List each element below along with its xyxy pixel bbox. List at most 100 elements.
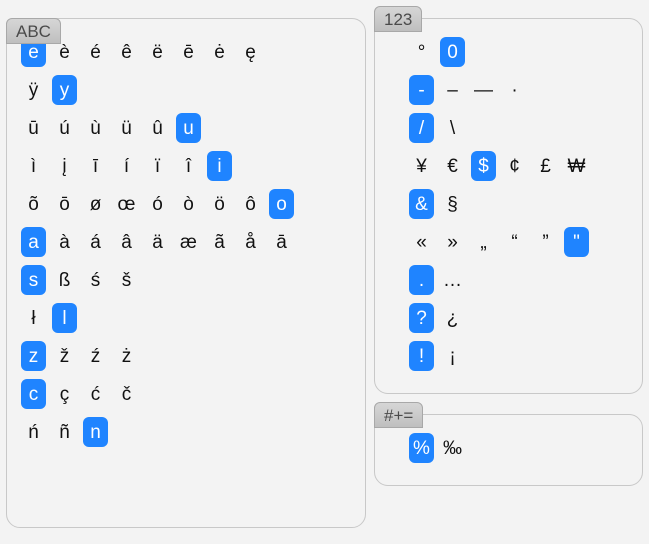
key-ß[interactable]: ß	[52, 265, 77, 295]
key-°[interactable]: °	[409, 37, 434, 67]
key-0[interactable]: 0	[440, 37, 465, 67]
key-‰[interactable]: ‰	[440, 433, 465, 463]
key-¡[interactable]: ¡	[440, 341, 465, 371]
key-c[interactable]: c	[21, 379, 46, 409]
key-$[interactable]: $	[471, 151, 496, 181]
key-č[interactable]: č	[114, 379, 139, 409]
key-š[interactable]: š	[114, 265, 139, 295]
key-s[interactable]: s	[21, 265, 46, 295]
key-"[interactable]: "	[564, 227, 589, 257]
key-î[interactable]: î	[176, 151, 201, 181]
key-£[interactable]: £	[533, 151, 558, 181]
key-ń[interactable]: ń	[21, 417, 46, 447]
key-ė[interactable]: ė	[207, 37, 232, 67]
key-œ[interactable]: œ	[114, 189, 139, 219]
key-![interactable]: !	[409, 341, 434, 371]
key-€[interactable]: €	[440, 151, 465, 181]
key-ž[interactable]: ž	[52, 341, 77, 371]
key-row: ?¿	[389, 303, 628, 333]
key-ï[interactable]: ï	[145, 151, 170, 181]
key-å[interactable]: å	[238, 227, 263, 257]
key-·[interactable]: ·	[502, 75, 527, 105]
key-¢[interactable]: ¢	[502, 151, 527, 181]
key-«[interactable]: «	[409, 227, 434, 257]
key-…[interactable]: …	[440, 265, 465, 295]
key--[interactable]: -	[409, 75, 434, 105]
key-ù[interactable]: ù	[83, 113, 108, 143]
sym-tab[interactable]: #+=	[374, 402, 423, 428]
key-ś[interactable]: ś	[83, 265, 108, 295]
key-ä[interactable]: ä	[145, 227, 170, 257]
key-ò[interactable]: ò	[176, 189, 201, 219]
key-į[interactable]: į	[52, 151, 77, 181]
key-ç[interactable]: ç	[52, 379, 77, 409]
key-à[interactable]: à	[52, 227, 77, 257]
key-â[interactable]: â	[114, 227, 139, 257]
key-ë[interactable]: ë	[145, 37, 170, 67]
key-–[interactable]: –	[440, 75, 465, 105]
abc-tab[interactable]: ABC	[6, 18, 61, 44]
key-ü[interactable]: ü	[114, 113, 139, 143]
key-₩[interactable]: ₩	[564, 151, 589, 181]
key-row: eèéêëēėę	[21, 37, 351, 67]
key-ø[interactable]: ø	[83, 189, 108, 219]
key-é[interactable]: é	[83, 37, 108, 67]
key-„[interactable]: „	[471, 227, 496, 257]
key-z[interactable]: z	[21, 341, 46, 371]
key-ú[interactable]: ú	[52, 113, 77, 143]
key-i[interactable]: i	[207, 151, 232, 181]
key-û[interactable]: û	[145, 113, 170, 143]
key-row: °0	[389, 37, 628, 67]
key-&[interactable]: &	[409, 189, 434, 219]
key-ì[interactable]: ì	[21, 151, 46, 181]
key-%[interactable]: %	[409, 433, 434, 463]
key-row: %‰	[389, 433, 628, 463]
key-u[interactable]: u	[176, 113, 201, 143]
abc-panel-wrap: ABC eèéêëēėę ÿyūúùüûu ìįīíïîi õōøœóòöôo aàáâ…	[6, 18, 366, 528]
key-o[interactable]: o	[269, 189, 294, 219]
key-ã[interactable]: ã	[207, 227, 232, 257]
key-õ[interactable]: õ	[21, 189, 46, 219]
key-§[interactable]: §	[440, 189, 465, 219]
key-æ[interactable]: æ	[176, 227, 201, 257]
num-tab[interactable]: 123	[374, 6, 422, 32]
key-a[interactable]: a	[21, 227, 46, 257]
key-ā[interactable]: ā	[269, 227, 294, 257]
key-“[interactable]: “	[502, 227, 527, 257]
key-¥[interactable]: ¥	[409, 151, 434, 181]
key-row: łl	[21, 303, 351, 333]
key-ê[interactable]: ê	[114, 37, 139, 67]
key-ū[interactable]: ū	[21, 113, 46, 143]
key-¿[interactable]: ¿	[440, 303, 465, 333]
key-/[interactable]: /	[409, 113, 434, 143]
key-row: .…	[389, 265, 628, 295]
key-l[interactable]: l	[52, 303, 77, 333]
key-row: sßśš	[21, 265, 351, 295]
key-?[interactable]: ?	[409, 303, 434, 333]
key-ē[interactable]: ē	[176, 37, 201, 67]
key-—[interactable]: —	[471, 75, 496, 105]
key-n[interactable]: n	[83, 417, 108, 447]
key-ô[interactable]: ô	[238, 189, 263, 219]
key-.[interactable]: .	[409, 265, 434, 295]
key-ÿ[interactable]: ÿ	[21, 75, 46, 105]
key-í[interactable]: í	[114, 151, 139, 181]
key-ź[interactable]: ź	[83, 341, 108, 371]
key-ñ[interactable]: ñ	[52, 417, 77, 447]
key-ł[interactable]: ł	[21, 303, 46, 333]
key-ī[interactable]: ī	[83, 151, 108, 181]
key-ż[interactable]: ż	[114, 341, 139, 371]
key-\[interactable]: \	[440, 113, 465, 143]
key-ō[interactable]: ō	[52, 189, 77, 219]
key-row: aàáâäæãåā	[21, 227, 351, 257]
key-»[interactable]: »	[440, 227, 465, 257]
key-ę[interactable]: ę	[238, 37, 263, 67]
key-ó[interactable]: ó	[145, 189, 170, 219]
key-ć[interactable]: ć	[83, 379, 108, 409]
key-y[interactable]: y	[52, 75, 77, 105]
key-”[interactable]: ”	[533, 227, 558, 257]
key-row: ¥€$¢£₩	[389, 151, 628, 181]
key-ö[interactable]: ö	[207, 189, 232, 219]
key-á[interactable]: á	[83, 227, 108, 257]
abc-panel: eèéêëēėę ÿyūúùüûu ìįīíïîi õōøœóòöôo aàáâäæãå…	[6, 18, 366, 528]
